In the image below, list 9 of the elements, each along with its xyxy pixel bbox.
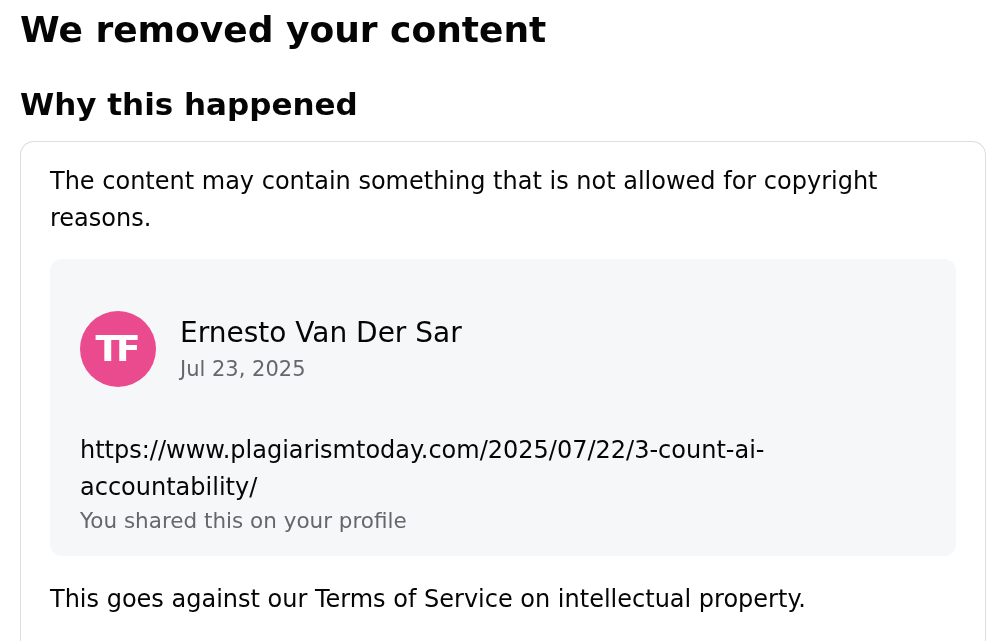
reason-text: The content may contain something that is not allowed for copyright reasons.: [50, 166, 879, 234]
avatar-logo: TF: [80, 311, 156, 387]
author-name: Ernesto Van Der Sar: [180, 315, 462, 351]
page-title: We removed your content: [20, 8, 548, 52]
section-heading: Why this happened: [20, 85, 359, 124]
policy-text: This goes against our Terms of Service on intellectual property.: [50, 584, 807, 615]
post-date: Jul 23, 2025: [180, 356, 307, 383]
shared-url: https://www.plagiarismtoday.com/2025/07/22/3-count-ai-accountability/: [80, 435, 766, 503]
shared-note: You shared this on your profile: [80, 507, 408, 535]
